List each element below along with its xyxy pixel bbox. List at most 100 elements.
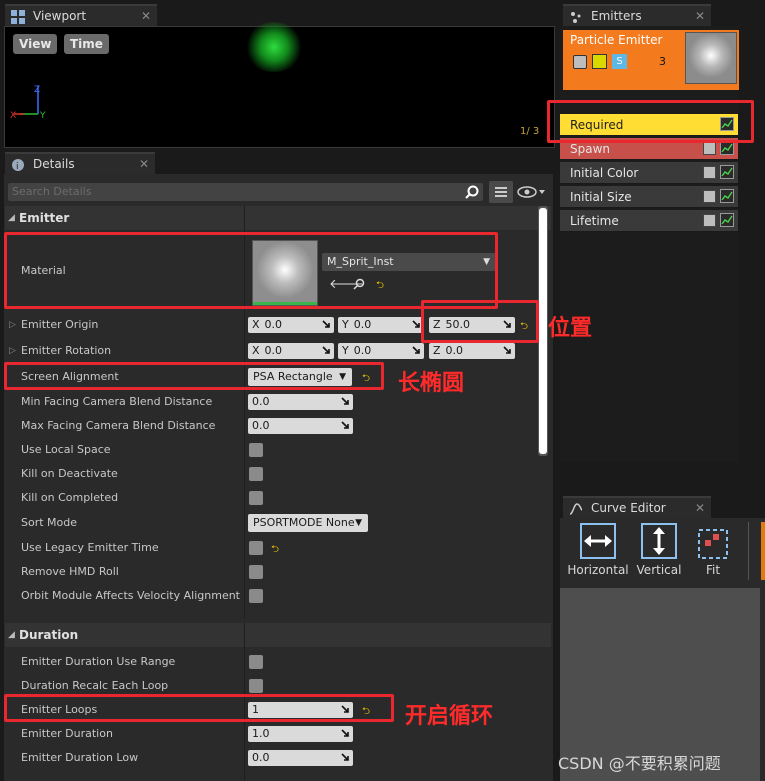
curve-graph-icon[interactable] bbox=[720, 165, 734, 179]
loop-annotation: 开启循环 bbox=[405, 704, 494, 729]
remove-hmd-roll-checkbox[interactable] bbox=[249, 565, 263, 579]
duration-use-range-checkbox[interactable] bbox=[249, 655, 263, 669]
emitter-duration-low-value: 0.0 bbox=[252, 751, 270, 764]
curve-toolbar-next-button[interactable] bbox=[761, 522, 765, 580]
remove-hmd-roll-label: Remove HMD Roll bbox=[21, 565, 119, 578]
min-facing-field[interactable]: 0.0 bbox=[248, 394, 353, 410]
emitter-name: Particle Emitter bbox=[570, 33, 663, 47]
module-enabled-checkbox[interactable] bbox=[703, 166, 716, 179]
vertical-button[interactable]: Vertical bbox=[635, 522, 683, 577]
horizontal-button[interactable]: Horizontal bbox=[567, 522, 629, 577]
details-tab[interactable]: i Details ✕ bbox=[5, 152, 155, 174]
curve-graph-icon[interactable] bbox=[720, 141, 734, 155]
search-icon bbox=[465, 185, 479, 199]
rotation-x-field[interactable]: X 0.0 bbox=[248, 343, 334, 359]
fit-horizontal-icon bbox=[580, 523, 616, 559]
sort-mode-dropdown[interactable]: PSORTMODE None ▼ bbox=[248, 514, 368, 532]
emitter-section-header[interactable]: ◢ Emitter bbox=[5, 206, 551, 230]
use-legacy-time-checkbox[interactable] bbox=[249, 541, 263, 555]
kill-on-deactivate-row: Kill on Deactivate bbox=[5, 462, 551, 486]
close-icon[interactable]: ✕ bbox=[139, 153, 149, 175]
min-facing-label: Min Facing Camera Blend Distance bbox=[21, 395, 213, 408]
rotation-z-field[interactable]: Z 0.0 bbox=[429, 343, 515, 359]
close-icon[interactable]: ✕ bbox=[695, 497, 705, 519]
search-placeholder: Search Details bbox=[12, 185, 92, 198]
collapse-icon: ◢ bbox=[8, 213, 15, 223]
kill-on-completed-checkbox[interactable] bbox=[249, 491, 263, 505]
curve-toolbar-divider bbox=[748, 522, 749, 580]
curve-icon bbox=[569, 503, 583, 515]
expand-arrow-icon[interactable]: ▷ bbox=[9, 339, 16, 363]
search-input[interactable]: Search Details bbox=[8, 183, 483, 201]
drag-handle-icon bbox=[503, 346, 511, 354]
duration-section-label: Duration bbox=[19, 628, 79, 642]
close-icon[interactable]: ✕ bbox=[141, 5, 151, 27]
curve-editor-tab[interactable]: Curve Editor ✕ bbox=[563, 496, 711, 518]
kill-on-deactivate-checkbox[interactable] bbox=[249, 467, 263, 481]
ellipse-annotation: 长椭圆 bbox=[398, 371, 465, 396]
viewport-tab[interactable]: Viewport ✕ bbox=[5, 4, 157, 26]
emitter-loops-highlight-box bbox=[4, 694, 394, 722]
origin-y-field[interactable]: Y 0.0 bbox=[338, 317, 424, 333]
emitter-duration-field[interactable]: 1.0 bbox=[248, 726, 353, 742]
drag-handle-icon bbox=[341, 421, 349, 429]
use-local-space-checkbox[interactable] bbox=[249, 443, 263, 457]
horizontal-label: Horizontal bbox=[567, 563, 629, 577]
watermark: CSDN @不要积累问题 bbox=[558, 754, 721, 773]
duration-section-header[interactable]: ◢ Duration bbox=[5, 623, 551, 647]
sort-mode-label: Sort Mode bbox=[21, 516, 78, 529]
module-lifetime[interactable]: Lifetime bbox=[560, 210, 738, 232]
scrollbar-thumb[interactable] bbox=[539, 208, 547, 454]
module-enabled-checkbox[interactable] bbox=[703, 190, 716, 203]
duration-recalc-checkbox[interactable] bbox=[249, 679, 263, 693]
module-enabled-checkbox[interactable] bbox=[703, 142, 716, 155]
svg-text:Z: Z bbox=[34, 85, 40, 95]
emitters-panel bbox=[560, 26, 738, 462]
kill-on-completed-row: Kill on Completed bbox=[5, 486, 551, 510]
origin-x-field[interactable]: X 0.0 bbox=[248, 317, 334, 333]
orbit-module-checkbox[interactable] bbox=[249, 589, 263, 603]
view-button[interactable]: View bbox=[13, 34, 58, 54]
expand-arrow-icon[interactable]: ▷ bbox=[9, 313, 16, 337]
emitters-tab[interactable]: Emitters ✕ bbox=[563, 4, 711, 26]
emitter-count: 3 bbox=[659, 55, 666, 68]
orbit-module-label: Orbit Module Affects Velocity Alignment bbox=[21, 589, 240, 602]
time-button[interactable]: Time bbox=[64, 34, 109, 54]
axis-x-label: X bbox=[252, 344, 260, 357]
emitter-rotation-label: Emitter Rotation bbox=[21, 344, 112, 357]
close-icon[interactable]: ✕ bbox=[695, 5, 705, 27]
curve-editor-tab-label: Curve Editor bbox=[591, 501, 666, 515]
emitter-enabled-checkbox[interactable] bbox=[573, 55, 587, 69]
origin-x-value: 0.0 bbox=[264, 318, 283, 331]
module-enabled-checkbox[interactable] bbox=[703, 214, 716, 227]
emitter-duration-low-field[interactable]: 0.0 bbox=[248, 750, 353, 766]
module-initial-size[interactable]: Initial Size bbox=[560, 186, 738, 208]
reset-icon[interactable]: ⮌ bbox=[271, 542, 279, 559]
emitter-duration-low-label: Emitter Duration Low bbox=[21, 751, 139, 764]
material-highlight-box bbox=[4, 232, 498, 309]
emitters-tab-label: Emitters bbox=[591, 9, 642, 23]
svg-text:i: i bbox=[16, 162, 19, 172]
position-annotation: 位置 bbox=[548, 316, 593, 341]
eye-icon[interactable] bbox=[517, 184, 547, 200]
origin-z-highlight-box bbox=[421, 300, 539, 343]
module-initial-color[interactable]: Initial Color bbox=[560, 162, 738, 184]
rotation-x-value: 0.0 bbox=[264, 344, 283, 357]
rotation-y-field[interactable]: Y 0.0 bbox=[338, 343, 424, 359]
s-badge[interactable]: S bbox=[612, 54, 627, 69]
duration-use-range-row: Emitter Duration Use Range bbox=[5, 650, 551, 674]
drag-handle-icon bbox=[412, 320, 420, 328]
curve-graph-icon[interactable] bbox=[720, 213, 734, 227]
max-facing-label: Max Facing Camera Blend Distance bbox=[21, 419, 216, 432]
scrollbar[interactable] bbox=[538, 206, 548, 456]
kill-on-deactivate-label: Kill on Deactivate bbox=[21, 467, 118, 480]
chevron-down-icon: ▼ bbox=[355, 518, 362, 528]
use-legacy-time-label: Use Legacy Emitter Time bbox=[21, 541, 159, 554]
max-facing-field[interactable]: 0.0 bbox=[248, 418, 353, 434]
fit-button[interactable]: Fit bbox=[695, 522, 731, 577]
curve-graph-icon[interactable] bbox=[720, 189, 734, 203]
render-mode-icon[interactable] bbox=[592, 54, 607, 69]
list-view-icon[interactable] bbox=[489, 181, 513, 203]
svg-text:X: X bbox=[10, 111, 16, 121]
module-label: Lifetime bbox=[570, 214, 619, 228]
